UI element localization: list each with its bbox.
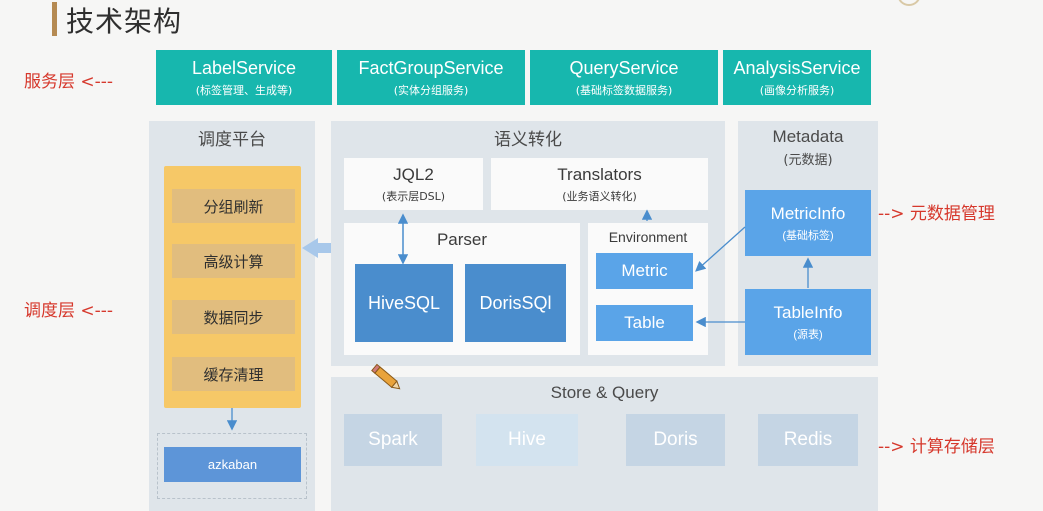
pencil-icon xyxy=(371,363,401,390)
metricinfo-to-metric-arrow xyxy=(695,226,746,272)
connector-arrows xyxy=(226,209,814,431)
semantic-to-scheduler-arrow xyxy=(302,238,331,258)
